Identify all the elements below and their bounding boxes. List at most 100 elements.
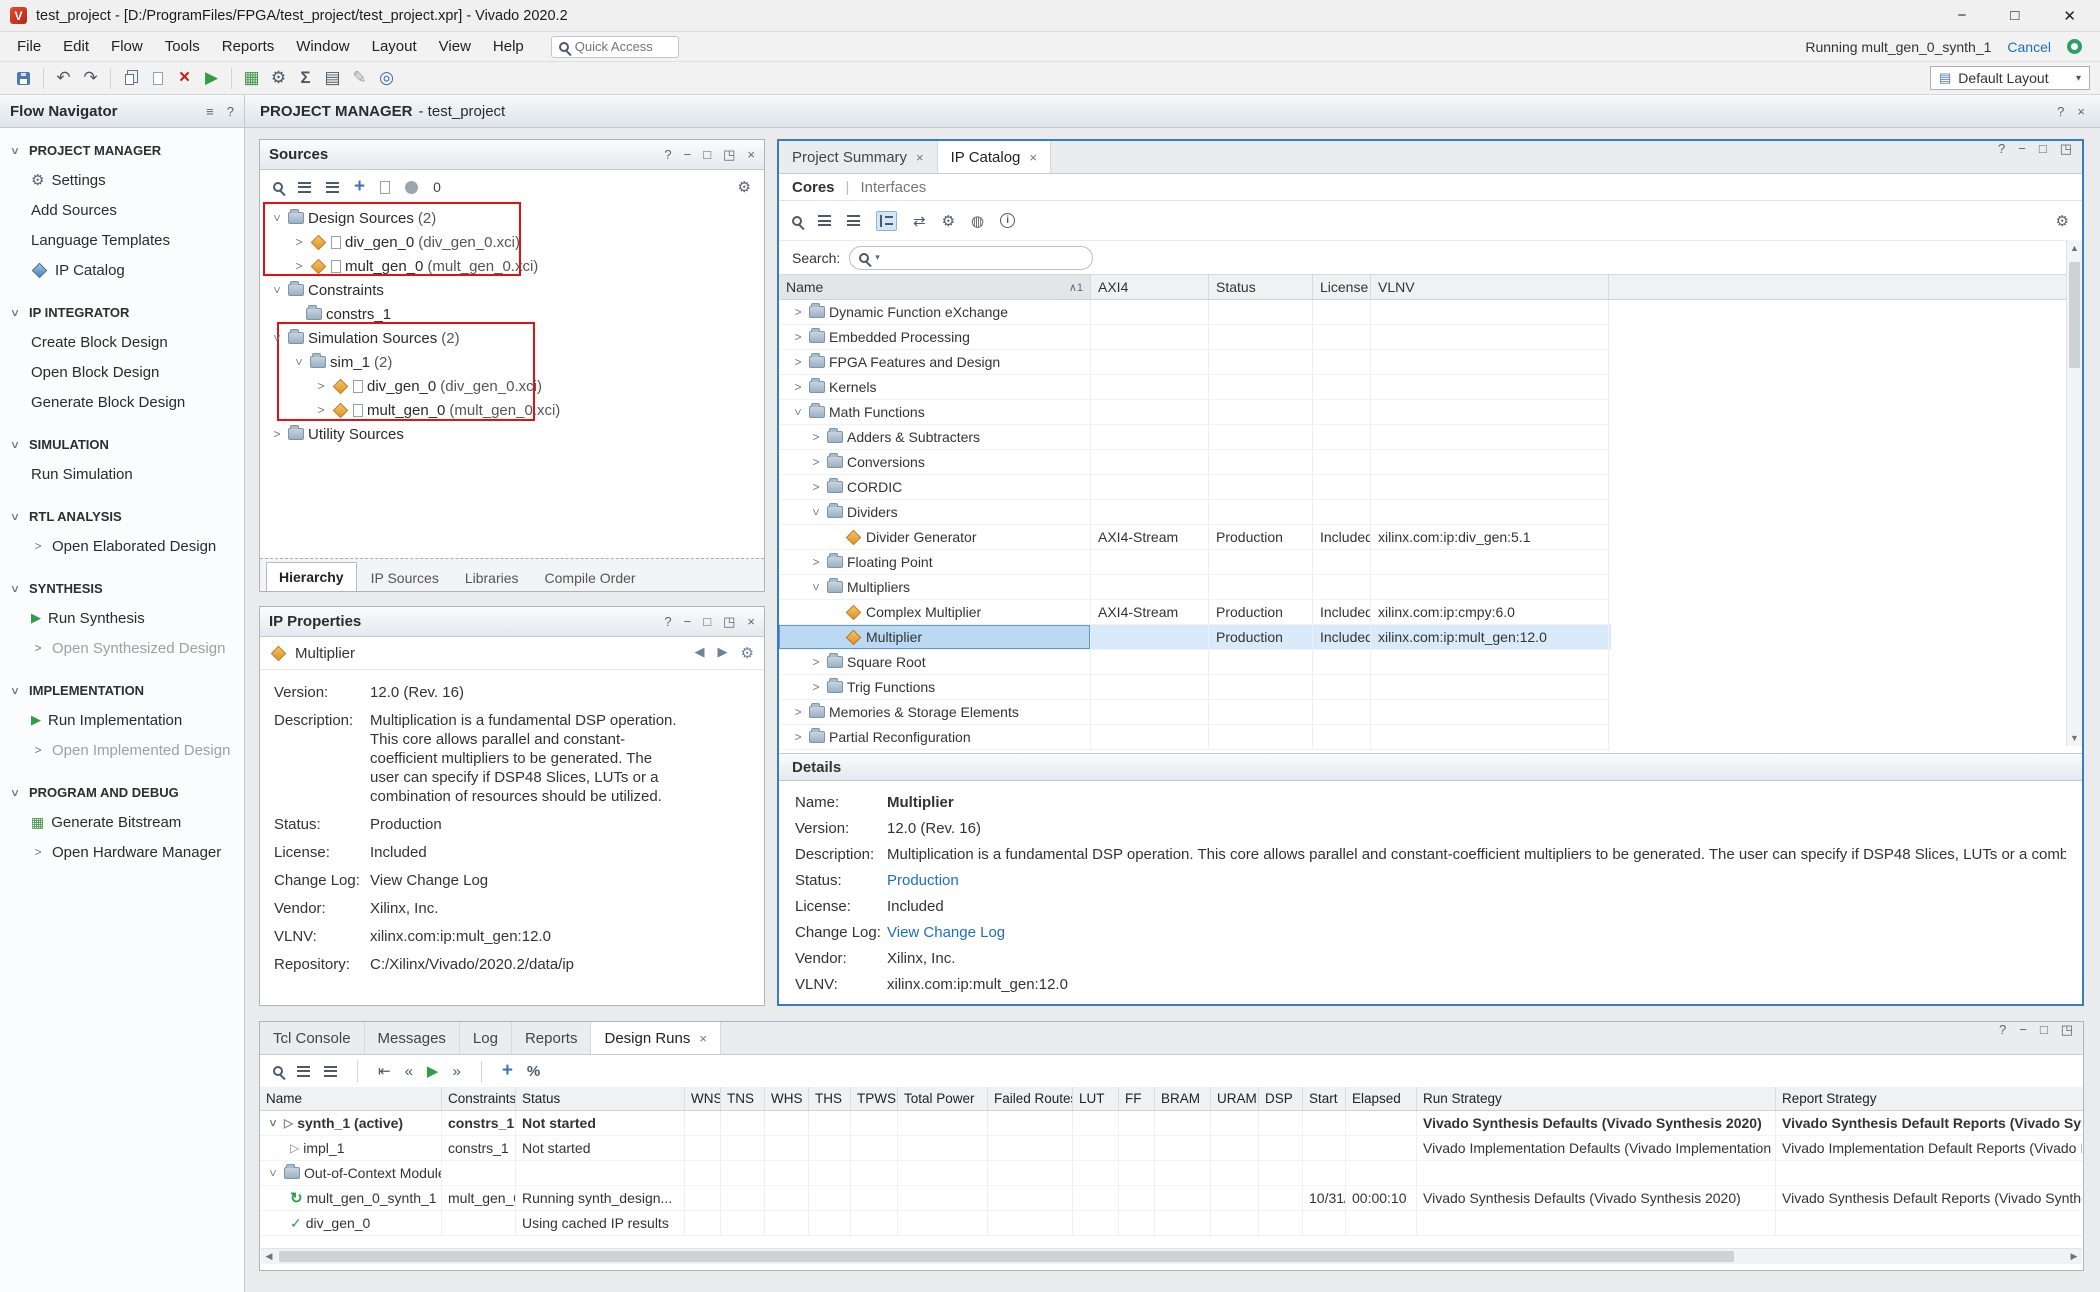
collapse-all-icon[interactable] (298, 182, 311, 193)
flownav-open-synthesized-design[interactable]: > Open Synthesized Design (0, 633, 244, 663)
vertical-scrollbar[interactable]: ▲ ▼ (2066, 240, 2082, 746)
status-link[interactable]: Production (370, 815, 704, 834)
column-vlnv[interactable]: VLNV (1371, 275, 1609, 299)
flownav-create-block-design[interactable]: Create Block Design (0, 327, 244, 357)
sources-row-constrs-1[interactable]: constrs_1 (260, 302, 764, 326)
help-icon[interactable]: ? (1999, 1022, 2006, 1054)
column-lut[interactable]: LUT (1073, 1087, 1119, 1110)
collapse-all-icon[interactable] (818, 215, 831, 226)
run-row-div-gen-0[interactable]: ✓div_gen_0 Using cached IP results (260, 1211, 2083, 1236)
open-file-icon[interactable] (380, 181, 390, 194)
flownav-open-hardware-manager[interactable]: > Open Hardware Manager (0, 837, 244, 867)
float-panel-icon[interactable]: ◳ (723, 147, 735, 163)
add-sources-icon[interactable]: + (354, 176, 365, 198)
help-icon[interactable]: ? (664, 614, 671, 630)
ip-status-icon[interactable]: ◍ (971, 212, 984, 230)
expander-icon[interactable]: > (266, 1166, 280, 1180)
collapse-all-icon[interactable] (297, 1066, 310, 1077)
section-header[interactable]: > SYNTHESIS (0, 574, 244, 603)
run-row-ooc-group[interactable]: >Out-of-Context Module Runs (260, 1161, 2083, 1186)
flownav-ip-catalog[interactable]: IP Catalog (0, 255, 244, 285)
column-bram[interactable]: BRAM (1155, 1087, 1211, 1110)
flownav-add-sources[interactable]: Add Sources (0, 195, 244, 225)
expander-icon[interactable]: > (791, 330, 805, 344)
change-log-link[interactable]: View Change Log (887, 923, 1005, 942)
expander-icon[interactable]: > (791, 355, 805, 369)
column-elapsed[interactable]: Elapsed (1346, 1087, 1417, 1110)
flow-navigator-menu-icon[interactable]: ≡ (206, 104, 214, 119)
scrollbar-thumb[interactable] (279, 1251, 1734, 1262)
ip-catalog-row[interactable]: >Kernels (779, 375, 1611, 400)
expander-icon[interactable]: > (809, 680, 823, 694)
compare-versions-icon[interactable]: ⇄ (913, 212, 926, 230)
chevron-right-icon[interactable]: > (31, 539, 45, 553)
ip-catalog-row[interactable]: >Dynamic Function eXchange (779, 300, 1611, 325)
ip-catalog-row[interactable]: >Partial Reconfiguration (779, 725, 1611, 750)
search-icon[interactable] (273, 182, 283, 192)
save-project-icon[interactable] (10, 65, 37, 91)
menu-tools[interactable]: Tools (154, 32, 211, 61)
close-tab-icon[interactable]: × (1029, 150, 1037, 165)
minimize-panel-icon[interactable]: − (684, 614, 692, 630)
ip-catalog-row-divider-generator[interactable]: >Divider Generator AXI4-Stream Productio… (779, 525, 1611, 550)
ip-catalog-row[interactable]: >Trig Functions (779, 675, 1611, 700)
ip-catalog-row[interactable]: >Square Root (779, 650, 1611, 675)
settings-gear-icon[interactable]: ⚙ (265, 65, 292, 91)
change-log-link[interactable]: View Change Log (370, 871, 704, 890)
status-link[interactable]: Production (887, 871, 959, 890)
float-panel-icon[interactable]: ◳ (2061, 1022, 2073, 1054)
expander-icon[interactable]: > (809, 455, 823, 469)
expander-icon[interactable]: > (809, 555, 823, 569)
menu-help[interactable]: Help (482, 32, 535, 61)
tab-compile-order[interactable]: Compile Order (533, 565, 648, 591)
column-dsp[interactable]: DSP (1259, 1087, 1303, 1110)
expander-icon[interactable]: > (809, 505, 823, 519)
ip-catalog-row[interactable]: >Floating Point (779, 550, 1611, 575)
expander-icon[interactable]: > (292, 235, 306, 249)
minimize-panel-icon[interactable]: − (2019, 1022, 2027, 1054)
tab-tcl-console[interactable]: Tcl Console (260, 1022, 365, 1054)
column-report-strategy[interactable]: Report Strategy (1776, 1087, 2082, 1110)
expander-icon[interactable]: > (270, 331, 284, 345)
flownav-language-templates[interactable]: Language Templates (0, 225, 244, 255)
copy-icon[interactable] (117, 65, 144, 91)
help-icon[interactable]: ? (664, 147, 671, 163)
expander-icon[interactable]: > (791, 405, 805, 419)
tab-design-runs[interactable]: Design Runs × (591, 1022, 720, 1054)
close-panel-icon[interactable]: × (747, 614, 755, 630)
redo-icon[interactable]: ↷ (77, 65, 104, 91)
menu-file[interactable]: File (6, 32, 52, 61)
help-icon[interactable]: ? (1998, 141, 2005, 173)
chevron-right-icon[interactable]: > (31, 845, 45, 859)
close-tab-icon[interactable]: × (916, 150, 924, 165)
flownav-run-simulation[interactable]: Run Simulation (0, 459, 244, 489)
column-start[interactable]: Start (1303, 1087, 1346, 1110)
menu-layout[interactable]: Layout (361, 32, 428, 61)
launch-runs-icon[interactable]: ▶ (427, 1062, 439, 1080)
flownav-generate-block-design[interactable]: Generate Block Design (0, 387, 244, 417)
close-panel-icon[interactable]: × (747, 147, 755, 163)
column-failed-routes[interactable]: Failed Routes (988, 1087, 1073, 1110)
chevron-right-icon[interactable]: > (31, 641, 45, 655)
minimize-panel-icon[interactable]: − (2018, 141, 2026, 173)
tab-log[interactable]: Log (460, 1022, 512, 1054)
expand-all-icon[interactable] (326, 182, 339, 193)
expand-all-icon[interactable] (324, 1066, 337, 1077)
column-total-power[interactable]: Total Power (898, 1087, 988, 1110)
tab-messages[interactable]: Messages (365, 1022, 460, 1054)
tab-libraries[interactable]: Libraries (453, 565, 531, 591)
maximize-panel-icon[interactable]: □ (703, 147, 711, 163)
menu-view[interactable]: View (428, 32, 482, 61)
maximize-panel-icon[interactable]: □ (2040, 1022, 2048, 1054)
expander-icon[interactable]: > (270, 283, 284, 297)
column-tpws[interactable]: TPWS (851, 1087, 898, 1110)
expander-icon[interactable]: > (314, 379, 328, 393)
undo-icon[interactable]: ↶ (50, 65, 77, 91)
quick-access-input[interactable] (575, 39, 671, 54)
section-header[interactable]: > IP INTEGRATOR (0, 298, 244, 327)
flownav-open-implemented-design[interactable]: > Open Implemented Design (0, 735, 244, 765)
expander-icon[interactable]: > (270, 427, 284, 441)
sources-row-constraints[interactable]: > Constraints (260, 278, 764, 302)
ip-catalog-row[interactable]: >CORDIC (779, 475, 1611, 500)
create-runs-icon[interactable]: + (502, 1060, 513, 1082)
